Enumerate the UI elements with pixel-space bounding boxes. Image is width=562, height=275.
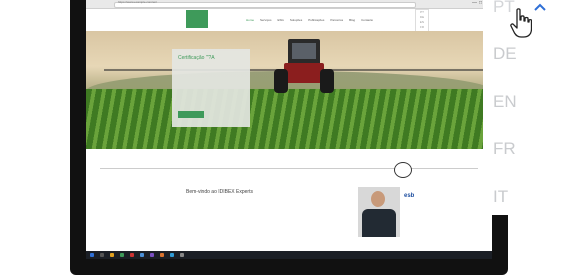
app-icon-red[interactable] (130, 253, 134, 257)
nav-item-blog[interactable]: Blog (349, 17, 355, 23)
tractor-body (284, 63, 324, 83)
browser-icon[interactable] (140, 253, 144, 257)
nav-item-publications[interactable]: Publicações (308, 17, 324, 23)
tractor-wheel-left (274, 69, 288, 93)
minimize-icon[interactable]: — (472, 1, 477, 6)
language-selector: PT DE EN FR IT (483, 0, 562, 215)
section-title: Bem-vindo ao IDIBEX Experts (186, 189, 253, 195)
person-body (362, 209, 396, 237)
site-header: Home Serviços ESG Soluções Publicações P… (86, 9, 492, 32)
app-icon-green[interactable] (120, 253, 124, 257)
folder-icon[interactable] (110, 253, 114, 257)
page: https://www.example.com/en/ — □ × Home S… (0, 0, 562, 275)
app-icon-gray[interactable] (180, 253, 184, 257)
nav-item-esg[interactable]: ESG (278, 17, 284, 23)
nav-item-home[interactable]: Home (246, 17, 254, 23)
browser-toolbar: https://www.example.com/en/ — □ × (86, 0, 492, 9)
lang-option-de[interactable]: DE (493, 44, 517, 64)
address-bar-text: https://www.example.com/en/ (118, 0, 158, 4)
hero-card-title: Certificação '"?A (178, 55, 215, 61)
chevron-up-icon[interactable] (534, 2, 546, 12)
lang-option-it[interactable]: IT (493, 187, 508, 207)
laptop-screen: https://www.example.com/en/ — □ × Home S… (86, 0, 492, 259)
nav-item-contact[interactable]: Contacto (361, 17, 373, 23)
person-head (371, 191, 385, 207)
person-photo (358, 187, 400, 237)
partner-logo[interactable]: esb (404, 193, 414, 199)
nav-item-partners[interactable]: Parceiros (330, 17, 343, 23)
hero-crop-rows (86, 89, 492, 149)
app-icon-blue[interactable] (170, 253, 174, 257)
app-icon-orange[interactable] (160, 253, 164, 257)
hero-banner: Certificação '"?A (86, 31, 492, 149)
hand-cursor-icon (510, 8, 532, 38)
nav-item-services[interactable]: Serviços (260, 17, 272, 23)
address-bar[interactable]: https://www.example.com/en/ (114, 0, 416, 8)
laptop-bezel: https://www.example.com/en/ — □ × Home S… (70, 0, 508, 275)
hero-card-button[interactable] (178, 111, 204, 118)
start-icon[interactable] (90, 253, 94, 257)
nav-item-solutions[interactable]: Soluções (290, 17, 302, 23)
hero-card: Certificação '"?A (172, 49, 250, 127)
taskbar (86, 251, 492, 259)
tractor-wheel-right (320, 69, 334, 93)
site-logo[interactable] (186, 10, 208, 28)
site-nav: Home Serviços ESG Soluções Publicações P… (246, 17, 373, 23)
lang-option-fr[interactable]: FR (493, 139, 516, 159)
app-icon-purple[interactable] (150, 253, 154, 257)
section-divider (100, 168, 478, 169)
certification-badge-icon (394, 162, 412, 178)
content-section: Bem-vindo ao IDIBEX Experts esb (86, 149, 492, 251)
lang-option-en[interactable]: EN (493, 92, 517, 112)
tractor-cab-glass (292, 43, 316, 59)
tractor-image (104, 39, 492, 97)
search-icon[interactable] (100, 253, 104, 257)
